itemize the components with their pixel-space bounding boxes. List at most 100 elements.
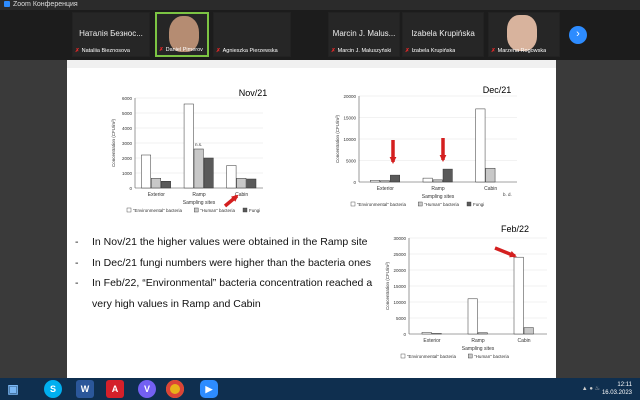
participant-label: Marzena Rogowska — [497, 48, 547, 54]
mic-muted-icon: ✗ — [216, 48, 221, 54]
chart-bar — [390, 174, 400, 183]
windows-start-icon[interactable]: ▣ — [4, 380, 22, 398]
y-axis-label: Concentration (CFU/m³) — [385, 261, 390, 310]
mic-muted-icon: ✗ — [75, 48, 80, 54]
participant-label: Marcin J. Maluszyński — [337, 48, 392, 54]
x-tick-label: Exterior — [148, 192, 166, 198]
mic-muted-icon: ✗ — [405, 48, 410, 54]
legend-entry: “Environmental” bacteria — [357, 202, 407, 207]
clock-date: 16.03.2023 — [601, 390, 632, 396]
chart-bar — [422, 177, 433, 183]
participant-video — [507, 15, 537, 51]
chart-bar — [485, 167, 496, 183]
chart-panel-nov21: Nov/21 0 1000 2000 3000 4000 5000 6000 Concentra… — [105, 86, 287, 220]
y-tick-label: 2000 — [122, 156, 133, 161]
chart-bar — [467, 298, 478, 335]
participant-name: Наталія Безнос... — [79, 29, 143, 38]
clock-time: 12:11 — [617, 382, 632, 388]
y-tick-label: 0 — [353, 180, 356, 185]
chart-bar — [203, 157, 214, 189]
chart-annotation: n.s. — [195, 142, 202, 147]
y-tick-label: 15000 — [393, 284, 406, 289]
chart-bar — [475, 108, 486, 183]
chart-panel-feb22: Feb/22 0 5000 10000 15000 20000 25000 30000 Conc… — [365, 222, 553, 366]
legend-entry: “Human” bacteria — [424, 202, 459, 207]
y-tick-label: 20000 — [393, 268, 406, 273]
chart-bar — [432, 179, 443, 183]
chart-bar — [141, 154, 152, 189]
participant-tile[interactable]: ✗ Agnieszka Pierzewska — [213, 12, 291, 57]
system-clock[interactable]: 12:11 16.03.2023 — [602, 381, 632, 397]
chart-bar — [226, 165, 237, 189]
legend-swatch — [126, 207, 132, 213]
y-tick-label: 10000 — [343, 137, 356, 142]
participant-label: Izabela Krupińska — [411, 48, 456, 54]
bullet-item: In Dec/21 fungi numbers were higher than… — [75, 253, 375, 274]
participant-tile-active[interactable]: ✗ Daniel Pimerov — [155, 12, 209, 57]
y-tick-label: 20000 — [343, 94, 356, 99]
participant-tile[interactable]: Izabela Krupińska ✗ Izabela Krupińska — [402, 12, 484, 57]
participant-tile[interactable]: Marcin J. Malus... ✗ Marcin J. Maluszyńsk… — [328, 12, 400, 57]
chevron-right-icon: › — [576, 28, 580, 40]
chart-panel-label: Nov/21 — [239, 88, 268, 98]
x-tick-label: Exterior — [377, 186, 395, 192]
legend-entry: Fungi — [473, 202, 484, 207]
window-title: Zoom Конференция — [13, 1, 78, 8]
legend-entry: “Environmental” bacteria — [407, 354, 457, 359]
legend-swatch — [193, 207, 199, 213]
chart-bar — [161, 181, 171, 189]
y-tick-label: 3000 — [122, 141, 133, 146]
bar-chart-dec21: Dec/21 0 5000 10000 15000 20000 Concentration … — [335, 85, 517, 207]
y-tick-label: 15000 — [343, 116, 356, 121]
chart-bar — [380, 180, 390, 183]
chart-bar — [193, 148, 204, 189]
x-axis-label: Sampling sites — [422, 194, 455, 200]
x-tick-label: Cabin — [484, 186, 497, 192]
chart-panel-label: Dec/21 — [483, 85, 512, 95]
participant-label: Nataliia Bieznosova — [81, 48, 130, 54]
chart-bar — [246, 178, 257, 189]
y-tick-label: 1000 — [122, 171, 133, 176]
viber-icon[interactable]: V — [138, 380, 156, 398]
y-tick-label: 5000 — [346, 159, 357, 164]
mic-muted-icon: ✗ — [491, 48, 496, 54]
acrobat-icon[interactable]: A — [106, 380, 124, 398]
y-tick-label: 0 — [403, 332, 406, 337]
x-axis-label: Sampling sites — [183, 200, 216, 206]
slide-bullets: In Nov/21 the higher values were obtaine… — [75, 232, 375, 314]
participant-gallery: Наталія Безнос... ✗ Nataliia Bieznosova ✗… — [0, 10, 640, 60]
word-icon[interactable]: W — [76, 380, 94, 398]
slide-title-strip — [67, 60, 556, 68]
window-titlebar: Zoom Конференция — [0, 0, 640, 10]
system-tray[interactable]: ▲ ● ♨ — [582, 385, 600, 392]
legend-swatch — [466, 201, 472, 207]
legend-entry: “Human” bacteria — [200, 208, 235, 213]
legend-swatch — [467, 353, 473, 359]
participant-name: Izabela Krupińska — [411, 29, 475, 38]
x-tick-label: Ramp — [192, 192, 206, 198]
x-tick-label: Ramp — [431, 186, 445, 192]
chart-panel-dec21: Dec/21 0 5000 10000 15000 20000 Concentration … — [325, 84, 522, 218]
x-tick-label: Ramp — [471, 338, 485, 344]
participant-name: Marcin J. Malus... — [332, 29, 396, 38]
x-tick-label: Cabin — [517, 338, 530, 344]
y-tick-label: 4000 — [122, 126, 133, 131]
participant-label: Agnieszka Pierzewska — [222, 48, 278, 54]
participant-label: Daniel Pimerov — [165, 47, 203, 53]
chrome-icon[interactable] — [166, 380, 184, 398]
y-axis-label: Concentration (CFU/m³) — [111, 118, 116, 167]
legend-entry: “Human” bacteria — [474, 354, 509, 359]
participant-tile[interactable]: Наталія Безнос... ✗ Nataliia Bieznosova — [72, 12, 150, 57]
skype-icon[interactable]: S — [44, 380, 62, 398]
chart-bar — [523, 327, 534, 335]
chart-panel-label: Feb/22 — [501, 224, 529, 234]
screen-share-area: Nov/21 0 1000 2000 3000 4000 5000 6000 Concentra… — [0, 60, 640, 378]
participant-tile[interactable]: ✗ Marzena Rogowska — [488, 12, 560, 57]
legend-swatch — [350, 201, 356, 207]
zoom-taskbar-icon[interactable]: ▶ — [200, 380, 218, 398]
chart-bar — [370, 180, 380, 183]
bullet-item: In Feb/22, “Environmental” bacteria conc… — [75, 273, 375, 314]
red-arrow-head — [439, 155, 447, 162]
next-page-button[interactable]: › — [569, 26, 587, 44]
bar-chart-feb22: Feb/22 0 5000 10000 15000 20000 25000 30000 Conc… — [385, 224, 547, 359]
